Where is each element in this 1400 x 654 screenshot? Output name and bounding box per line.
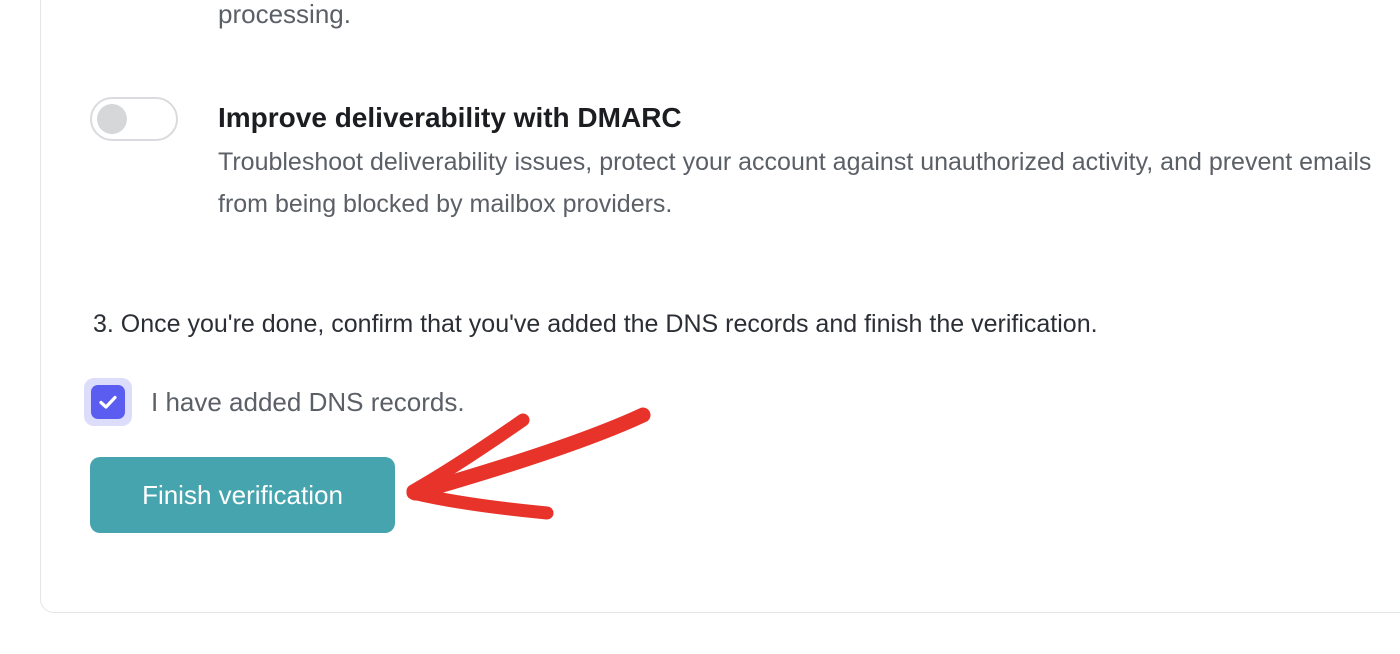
dmarc-toggle[interactable] xyxy=(90,97,178,141)
checkbox-checked xyxy=(91,385,125,419)
dmarc-option-description: Troubleshoot deliverability issues, prot… xyxy=(218,148,1372,218)
step-3-instructions: 3. Once you're done, confirm that you've… xyxy=(93,310,1098,338)
previous-option-description: processing. xyxy=(218,0,351,29)
check-icon xyxy=(99,395,117,409)
page: processing. Improve deliverability with … xyxy=(0,0,1400,654)
red-arrow-icon xyxy=(406,407,651,520)
dns-confirm-checkbox[interactable] xyxy=(84,378,132,426)
dmarc-option-title: Improve deliverability with DMARC xyxy=(218,102,682,133)
toggle-knob xyxy=(97,104,127,134)
finish-verification-button[interactable]: Finish verification xyxy=(90,457,395,533)
